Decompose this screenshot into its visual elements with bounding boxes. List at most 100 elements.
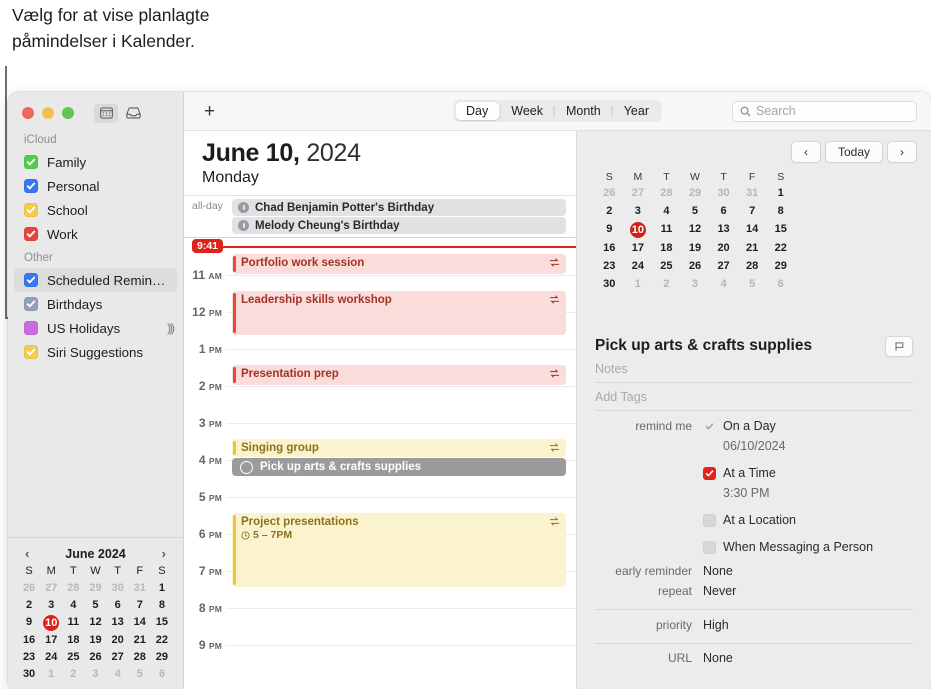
panel-mini-day[interactable]: 2 — [652, 277, 681, 292]
panel-mini-day[interactable]: 3 — [681, 277, 710, 292]
sidebar-mini-day[interactable]: 4 — [62, 598, 84, 613]
sidebar-mini-day[interactable]: 22 — [151, 633, 173, 648]
mini-calendar-today[interactable]: 10 — [624, 222, 653, 238]
chevron-right-icon[interactable]: › — [159, 546, 169, 561]
tags-field[interactable]: Add Tags — [595, 383, 913, 411]
panel-mini-day[interactable]: 9 — [595, 222, 624, 238]
panel-mini-day[interactable]: 29 — [766, 259, 795, 274]
panel-mini-day[interactable]: 23 — [595, 259, 624, 274]
mini-calendar-today[interactable]: 10 — [40, 615, 62, 631]
sidebar-mini-day[interactable]: 5 — [84, 598, 106, 613]
sidebar-mini-day[interactable]: 26 — [18, 581, 40, 596]
calendar-event[interactable]: Project presentations 5 – 7PM — [232, 513, 566, 587]
panel-mini-day[interactable]: 1 — [766, 186, 795, 201]
sidebar-mini-day[interactable]: 28 — [129, 650, 151, 665]
panel-mini-day[interactable]: 29 — [681, 186, 710, 201]
at-a-time-value[interactable]: 3:30 PM — [723, 485, 770, 502]
panel-mini-day[interactable]: 17 — [624, 241, 653, 256]
sidebar-mini-day[interactable]: 29 — [151, 650, 173, 665]
early-reminder-value[interactable]: None — [703, 563, 733, 580]
sidebar-mini-day[interactable]: 12 — [84, 615, 106, 631]
tab-week[interactable]: Week — [500, 102, 554, 120]
when-messaging-checkbox[interactable] — [703, 541, 716, 554]
previous-day-button[interactable]: ‹ — [790, 141, 821, 163]
calendar-color-checkbox[interactable] — [24, 227, 38, 241]
panel-mini-day[interactable]: 8 — [766, 204, 795, 219]
sidebar-mini-day[interactable]: 8 — [151, 598, 173, 613]
tab-month[interactable]: Month — [555, 102, 612, 120]
sidebar-mini-day[interactable]: 3 — [84, 667, 106, 682]
panel-mini-day[interactable]: 3 — [624, 204, 653, 219]
panel-mini-day[interactable]: 27 — [624, 186, 653, 201]
sidebar-mini-day[interactable]: 19 — [84, 633, 106, 648]
calendar-color-checkbox[interactable] — [24, 203, 38, 217]
next-day-button[interactable]: › — [887, 141, 917, 163]
panel-mini-day[interactable]: 2 — [595, 204, 624, 219]
at-a-location-checkbox[interactable] — [703, 514, 716, 527]
sidebar-mini-day[interactable]: 6 — [107, 598, 129, 613]
on-a-day-checkbox[interactable] — [703, 420, 716, 433]
sidebar-mini-day[interactable]: 24 — [40, 650, 62, 665]
panel-mini-day[interactable]: 6 — [709, 204, 738, 219]
panel-mini-day[interactable]: 30 — [595, 277, 624, 292]
sidebar-mini-day[interactable]: 1 — [151, 581, 173, 596]
sidebar-item-birthdays[interactable]: Birthdays — [8, 292, 183, 316]
sidebar-mini-day[interactable]: 30 — [18, 667, 40, 682]
panel-mini-day[interactable]: 24 — [624, 259, 653, 274]
panel-mini-day[interactable]: 14 — [738, 222, 767, 238]
sidebar-mini-day[interactable]: 9 — [18, 615, 40, 631]
sidebar-item-scheduled-remin[interactable]: Scheduled Remin… — [14, 268, 177, 292]
tab-day[interactable]: Day — [455, 102, 500, 120]
panel-mini-day[interactable]: 6 — [766, 277, 795, 292]
sidebar-mini-day[interactable]: 13 — [107, 615, 129, 631]
panel-mini-day[interactable]: 27 — [709, 259, 738, 274]
sidebar-mini-day[interactable]: 20 — [107, 633, 129, 648]
search-field[interactable]: Search — [732, 100, 917, 122]
all-day-event[interactable]: Melody Cheung's Birthday — [232, 217, 566, 234]
sidebar-item-personal[interactable]: Personal — [8, 174, 183, 198]
panel-mini-day[interactable]: 16 — [595, 241, 624, 256]
sidebar-mini-day[interactable]: 3 — [40, 598, 62, 613]
calendar-event[interactable]: Singing group — [232, 439, 566, 457]
close-button[interactable] — [22, 107, 34, 119]
sidebar-mini-day[interactable]: 2 — [18, 598, 40, 613]
panel-mini-day[interactable]: 26 — [681, 259, 710, 274]
panel-mini-day[interactable]: 1 — [624, 277, 653, 292]
sidebar-mini-day[interactable]: 29 — [84, 581, 106, 596]
panel-mini-day[interactable]: 20 — [709, 241, 738, 256]
sidebar-item-us-holidays[interactable]: US Holidays))) — [8, 316, 183, 340]
calendar-icon[interactable] — [94, 103, 118, 123]
sidebar-mini-day[interactable]: 28 — [62, 581, 84, 596]
url-value[interactable]: None — [703, 650, 733, 667]
panel-mini-day[interactable]: 12 — [681, 222, 710, 238]
panel-mini-day[interactable]: 28 — [738, 259, 767, 274]
sidebar-item-school[interactable]: School — [8, 198, 183, 222]
panel-mini-day[interactable]: 15 — [766, 222, 795, 238]
sidebar-mini-day[interactable]: 4 — [107, 667, 129, 682]
calendar-color-checkbox[interactable] — [24, 179, 38, 193]
sidebar-mini-day[interactable]: 18 — [62, 633, 84, 648]
sidebar-mini-day[interactable]: 21 — [129, 633, 151, 648]
panel-mini-day[interactable]: 31 — [738, 186, 767, 201]
sidebar-mini-day[interactable]: 30 — [107, 581, 129, 596]
sidebar-mini-day[interactable]: 27 — [40, 581, 62, 596]
panel-mini-day[interactable]: 4 — [709, 277, 738, 292]
calendar-color-checkbox[interactable] — [24, 273, 38, 287]
notes-field[interactable]: Notes — [595, 357, 913, 383]
reminder-item[interactable]: Pick up arts & crafts supplies — [232, 458, 566, 476]
sidebar-item-family[interactable]: Family — [8, 150, 183, 174]
calendar-color-checkbox[interactable] — [24, 321, 38, 335]
sidebar-mini-day[interactable]: 26 — [84, 650, 106, 665]
panel-mini-day[interactable]: 28 — [652, 186, 681, 201]
inbox-icon[interactable] — [121, 104, 145, 123]
sidebar-mini-day[interactable]: 23 — [18, 650, 40, 665]
sidebar-mini-day[interactable]: 7 — [129, 598, 151, 613]
calendar-event[interactable]: Portfolio work session — [232, 254, 566, 274]
reminder-complete-circle-icon[interactable] — [240, 460, 253, 474]
on-a-day-value[interactable]: 06/10/2024 — [723, 438, 786, 455]
all-day-event[interactable]: Chad Benjamin Potter's Birthday — [232, 199, 566, 216]
sidebar-mini-day[interactable]: 16 — [18, 633, 40, 648]
sidebar-item-work[interactable]: Work — [8, 222, 183, 246]
panel-mini-day[interactable]: 4 — [652, 204, 681, 219]
chevron-left-icon[interactable]: ‹ — [22, 546, 32, 561]
